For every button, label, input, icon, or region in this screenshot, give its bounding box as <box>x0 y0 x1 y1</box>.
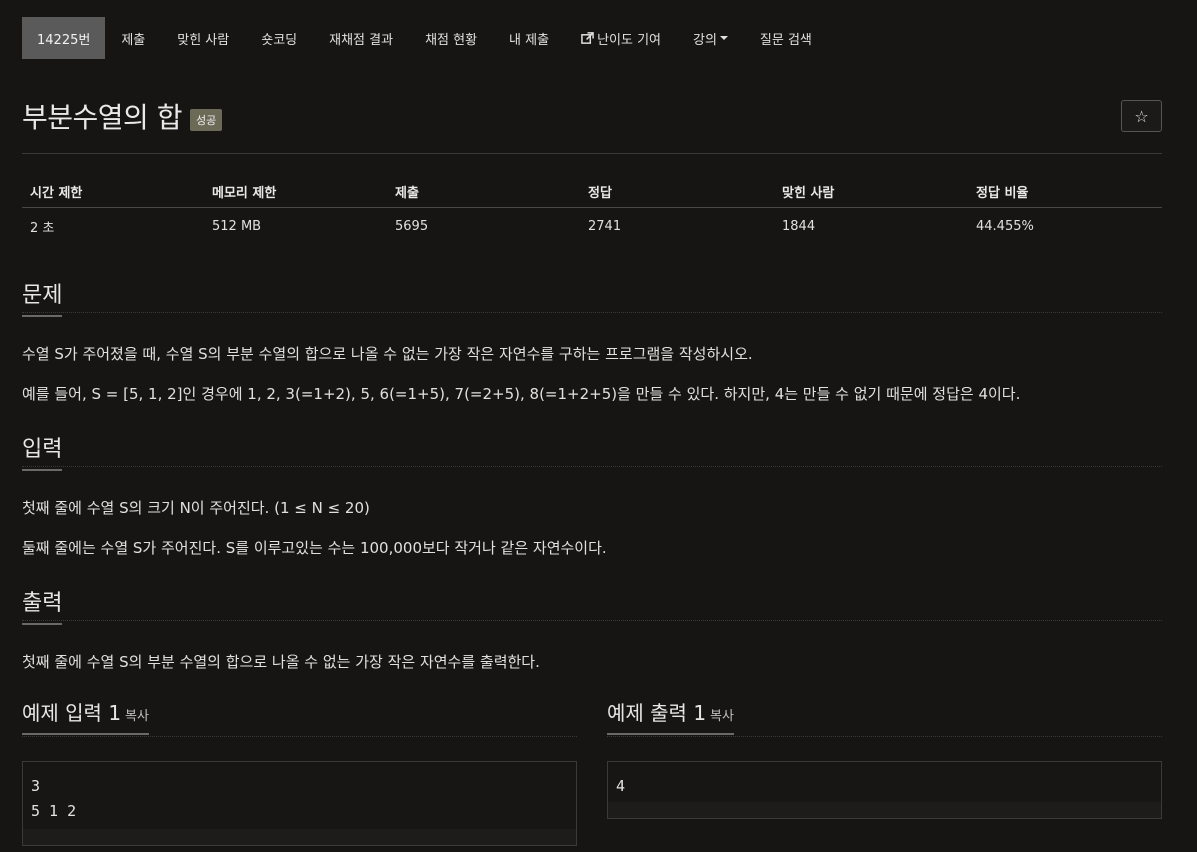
copy-sample-output-button[interactable]: 복사 <box>710 709 734 724</box>
tab-judge-status[interactable]: 채점 현황 <box>409 17 493 59</box>
section-divider <box>22 312 1162 313</box>
caret-down-icon <box>719 36 728 40</box>
section-divider <box>607 736 1162 737</box>
tab-lectures-dropdown[interactable]: 강의 <box>677 17 744 59</box>
tab-solved-users[interactable]: 맞힌 사람 <box>161 17 245 59</box>
input-paragraph: 둘째 줄에는 수열 S가 주어진다. S를 이루고있는 수는 100,000보다… <box>22 539 607 557</box>
header-time-limit: 시간 제한 <box>30 185 83 201</box>
value-submissions: 5695 <box>395 218 429 234</box>
description-paragraph: 예를 들어, S = [5, 1, 2]인 경우에 1, 2, 3(=1+2),… <box>22 385 1021 403</box>
output-section-header: 출력 <box>22 585 1162 625</box>
title-divider <box>22 153 1162 154</box>
input-heading: 입력 <box>22 431 63 471</box>
value-solved-users: 1844 <box>782 218 816 234</box>
value-memory-limit: 512 MB <box>212 218 262 234</box>
value-time-limit: 2 초 <box>30 220 55 236</box>
external-link-icon <box>581 31 594 44</box>
header-accepted: 정답 <box>588 185 612 201</box>
problem-header: 부분수열의 합 성공 <box>22 96 223 136</box>
output-heading: 출력 <box>22 585 63 625</box>
problem-info-table: 시간 제한 메모리 제한 제출 정답 맞힌 사람 정답 비율 2 초 512 M… <box>22 175 1162 244</box>
tab-submit[interactable]: 제출 <box>105 17 161 59</box>
description-section-header: 문제 <box>22 277 1162 317</box>
output-paragraph: 첫째 줄에 수열 S의 부분 수열의 합으로 나올 수 없는 가장 작은 자연수… <box>22 653 540 671</box>
tab-problem-number[interactable]: 14225번 <box>22 17 106 59</box>
header-submissions: 제출 <box>395 185 419 201</box>
input-section-header: 입력 <box>22 431 1162 471</box>
tab-difficulty-contribution-label: 난이도 기여 <box>597 32 661 48</box>
sample-output-box[interactable]: 4 <box>607 761 1162 819</box>
header-accept-ratio: 정답 비율 <box>976 185 1029 201</box>
tab-question-search[interactable]: 질문 검색 <box>744 17 828 59</box>
favorite-star-button[interactable]: ☆ <box>1121 100 1162 132</box>
table-row: 2 초 512 MB 5695 2741 1844 44.455% <box>22 208 1162 244</box>
sample-input-content: 3 5 1 2 <box>31 777 77 820</box>
sample-output-title: 예제 출력 1 <box>607 701 707 725</box>
star-icon: ☆ <box>1134 106 1149 126</box>
description-paragraph: 수열 S가 주어졌을 때, 수열 S의 부분 수열의 합으로 나올 수 없는 가… <box>22 345 753 363</box>
horizontal-scrollbar[interactable] <box>23 829 576 845</box>
problem-menu: 14225번 제출 맞힌 사람 숏코딩 재채점 결과 채점 현황 내 제출 난이… <box>22 17 828 59</box>
problem-page: 14225번 제출 맞힌 사람 숏코딩 재채점 결과 채점 현황 내 제출 난이… <box>0 0 1197 852</box>
sample-output-header: 예제 출력 1 복사 <box>607 697 1162 737</box>
tab-difficulty-contribution[interactable]: 난이도 기여 <box>565 17 677 59</box>
sample-output-content: 4 <box>616 777 626 795</box>
tab-rejudge-results[interactable]: 재채점 결과 <box>313 17 409 59</box>
sample-input-title: 예제 입력 1 <box>22 701 122 725</box>
value-accepted: 2741 <box>588 218 622 234</box>
sample-input-box[interactable]: 3 5 1 2 <box>22 761 577 846</box>
header-solved-users: 맞힌 사람 <box>782 185 835 201</box>
sample-output-heading: 예제 출력 1 복사 <box>607 697 734 735</box>
tab-short-coding[interactable]: 숏코딩 <box>245 17 313 59</box>
status-badge: 성공 <box>189 109 223 131</box>
copy-sample-input-button[interactable]: 복사 <box>125 709 149 724</box>
horizontal-scrollbar[interactable] <box>608 802 1161 818</box>
description-heading: 문제 <box>22 277 63 317</box>
table-header-row: 시간 제한 메모리 제한 제출 정답 맞힌 사람 정답 비율 <box>22 175 1162 208</box>
section-divider <box>22 736 577 737</box>
sample-input-header: 예제 입력 1 복사 <box>22 697 577 737</box>
section-divider <box>22 620 1162 621</box>
value-accept-ratio: 44.455% <box>976 218 1034 234</box>
problem-title: 부분수열의 합 <box>22 101 182 134</box>
section-divider <box>22 466 1162 467</box>
tab-lectures-label: 강의 <box>693 32 717 48</box>
sample-input-heading: 예제 입력 1 복사 <box>22 697 149 735</box>
tab-my-submissions[interactable]: 내 제출 <box>493 17 565 59</box>
header-memory-limit: 메모리 제한 <box>212 185 277 201</box>
input-paragraph: 첫째 줄에 수열 S의 크기 N이 주어진다. (1 ≤ N ≤ 20) <box>22 499 370 517</box>
